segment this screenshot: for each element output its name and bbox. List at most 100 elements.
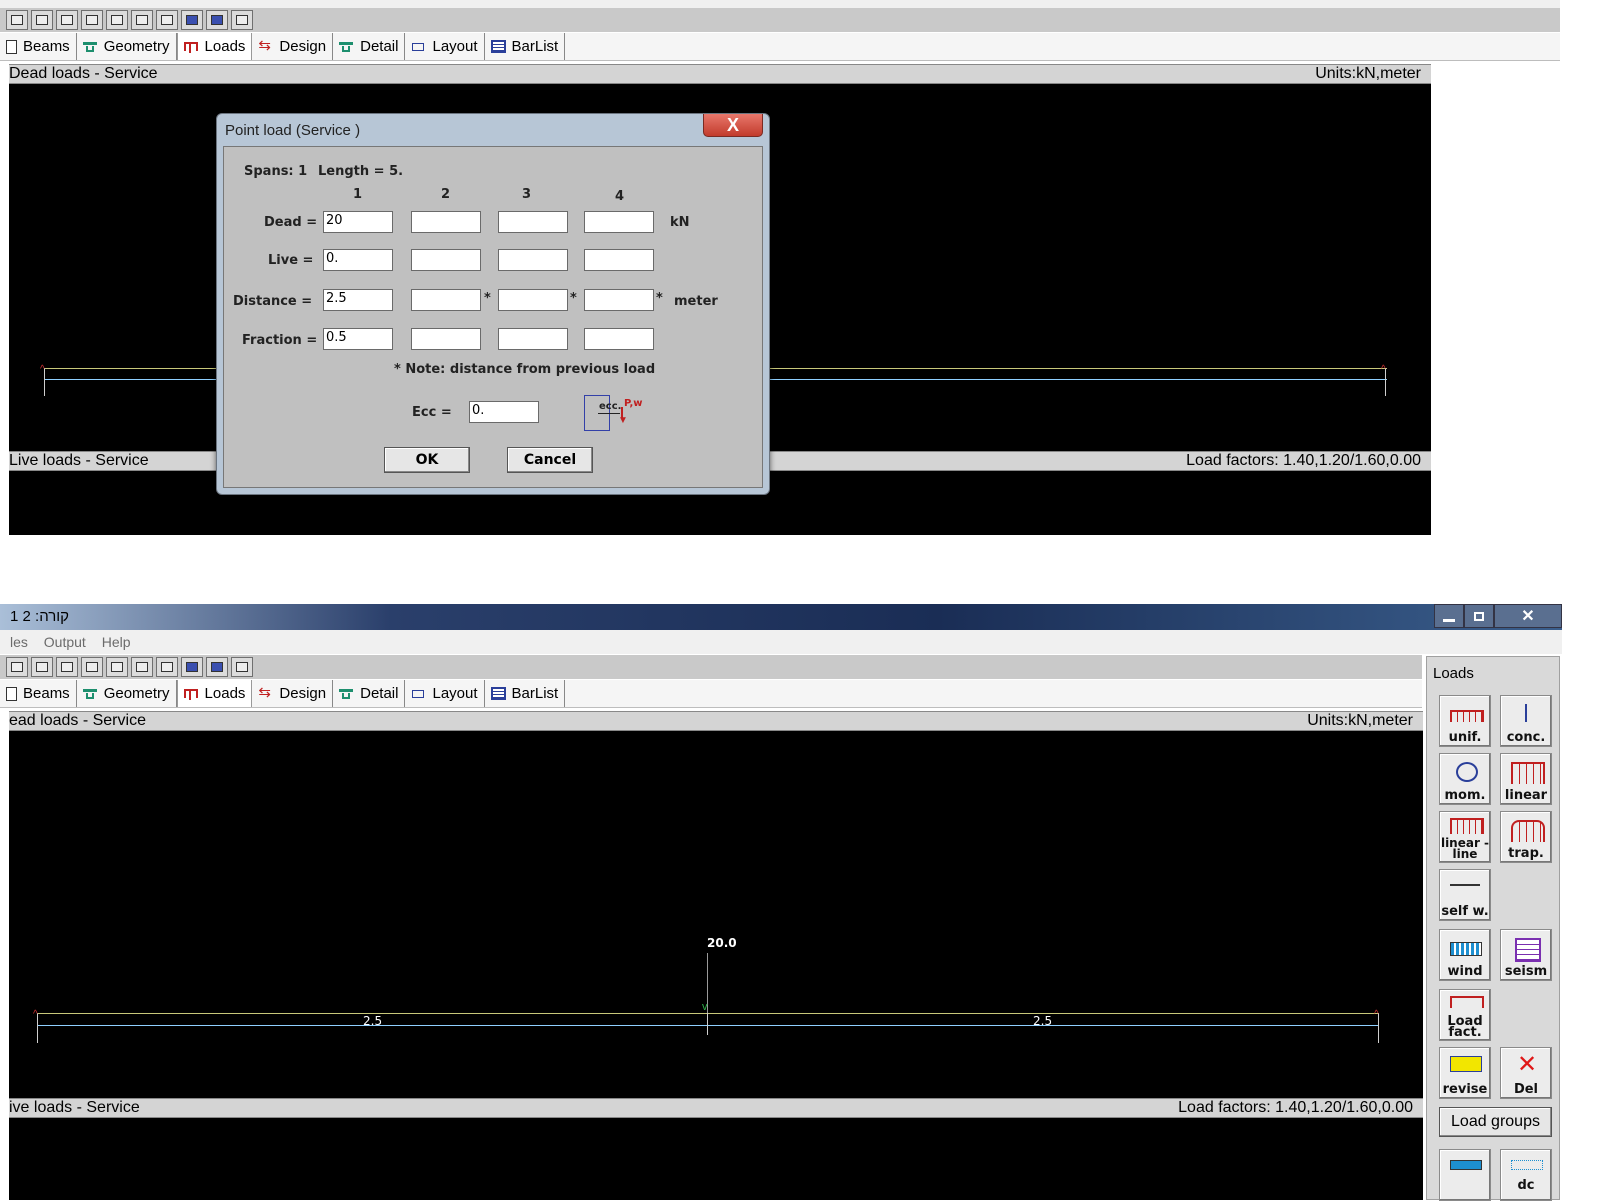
- tab-loads[interactable]: Loads: [176, 680, 253, 707]
- spans-label: Spans: 1: [244, 164, 308, 179]
- column-header-1: 1: [353, 187, 363, 202]
- distance-asterisk-3: *: [570, 291, 577, 306]
- load-factor-button[interactable]: Load fact.: [1439, 989, 1491, 1041]
- ecc-pw-text: P,w: [624, 398, 643, 409]
- fraction-field-2[interactable]: [411, 328, 481, 350]
- dimension-icon: [1511, 1160, 1543, 1170]
- toolbar-button-7[interactable]: [156, 10, 178, 30]
- linear-load-icon: [1511, 762, 1545, 784]
- concentrated-load-button[interactable]: conc.: [1500, 695, 1552, 747]
- layout-icon: [411, 687, 426, 700]
- distance-unit: meter: [674, 294, 718, 309]
- distance-asterisk-2: *: [484, 291, 491, 306]
- distance-field-1[interactable]: 2.5: [323, 289, 393, 311]
- toolbar-button-9[interactable]: [206, 657, 228, 677]
- document-icon: [6, 39, 17, 54]
- tab-beams[interactable]: Beams: [0, 680, 77, 707]
- toolbar-button-3[interactable]: [56, 10, 78, 30]
- dialog-close-button[interactable]: X: [703, 114, 763, 137]
- fraction-field-3[interactable]: [498, 328, 568, 350]
- trapezoid-load-icon: [1511, 820, 1545, 842]
- tab-design[interactable]: Design: [252, 680, 334, 707]
- toolbar-button-8[interactable]: [181, 657, 203, 677]
- live-field-1[interactable]: 0.: [323, 249, 393, 271]
- minimize-button[interactable]: [1434, 604, 1464, 628]
- linear-load-button[interactable]: linear: [1500, 753, 1552, 805]
- point-load-value: 20.0: [707, 936, 737, 950]
- distance-field-2[interactable]: [411, 289, 481, 311]
- toolbar-button-5[interactable]: [106, 657, 128, 677]
- live-field-4[interactable]: [584, 249, 654, 271]
- barlist-icon: [490, 687, 506, 700]
- tab-geometry[interactable]: Geometry: [77, 680, 177, 707]
- tab-loads[interactable]: Loads: [176, 33, 253, 60]
- tab-beams[interactable]: Beams: [0, 33, 77, 60]
- toolbar-button-10[interactable]: [231, 10, 253, 30]
- toolbar-button-4[interactable]: [81, 10, 103, 30]
- dead-field-4[interactable]: [584, 211, 654, 233]
- tab-geometry[interactable]: Geometry: [77, 33, 177, 60]
- tab-layout[interactable]: Layout: [405, 33, 485, 60]
- live-loads-title: Live loads - Service: [9, 452, 149, 469]
- toolbar-button-5[interactable]: [106, 10, 128, 30]
- units-label: Units:kN,meter: [1307, 712, 1413, 729]
- toolbar-button-4[interactable]: [81, 657, 103, 677]
- toolbar-button-7[interactable]: [156, 657, 178, 677]
- toolbar-button-3[interactable]: [56, 657, 78, 677]
- load-groups-button[interactable]: Load groups: [1439, 1107, 1552, 1137]
- fraction-field-4[interactable]: [584, 328, 654, 350]
- tab-barlist[interactable]: BarList: [485, 680, 566, 707]
- restore-button[interactable]: [1464, 604, 1494, 628]
- tab-layout[interactable]: Layout: [405, 680, 485, 707]
- tab-detail[interactable]: Detail: [333, 33, 406, 60]
- fraction-field-1[interactable]: 0.5: [323, 328, 393, 350]
- linear-line-load-button[interactable]: linear - line: [1439, 811, 1491, 863]
- restore-icon: [1474, 611, 1484, 621]
- toolbar-button-10[interactable]: [231, 657, 253, 677]
- panel-button-14[interactable]: dc: [1500, 1149, 1552, 1201]
- cancel-button[interactable]: Cancel: [507, 447, 593, 473]
- wind-button[interactable]: wind: [1439, 929, 1491, 981]
- toolbar-button-2[interactable]: [31, 10, 53, 30]
- toolbar-button-8[interactable]: [181, 10, 203, 30]
- toolbar-button-1[interactable]: [6, 10, 28, 30]
- tab-detail[interactable]: Detail: [333, 680, 406, 707]
- right-dimension-label: 2.5: [1033, 1014, 1053, 1028]
- dead-field-1[interactable]: 20: [323, 211, 393, 233]
- print-button[interactable]: [131, 10, 153, 30]
- bottom-live-loads-canvas[interactable]: [9, 1118, 1423, 1200]
- panel-button-13[interactable]: [1439, 1149, 1491, 1201]
- window-close-button[interactable]: ✕: [1494, 604, 1562, 628]
- toolbar-button-9[interactable]: [206, 10, 228, 30]
- dead-field-3[interactable]: [498, 211, 568, 233]
- layout-icon: [411, 40, 426, 53]
- top-menubar: [0, 0, 1560, 8]
- uniform-load-button[interactable]: unif.: [1439, 695, 1491, 747]
- seismic-icon: [1515, 938, 1541, 962]
- toolbar-button-2[interactable]: [31, 657, 53, 677]
- live-field-2[interactable]: [411, 249, 481, 271]
- live-field-3[interactable]: [498, 249, 568, 271]
- ok-button[interactable]: OK: [384, 447, 470, 473]
- self-weight-button[interactable]: self w.: [1439, 869, 1491, 921]
- print-button[interactable]: [131, 657, 153, 677]
- bottom-dead-loads-header: ead loads - Service Units:kN,meter: [9, 711, 1423, 731]
- menu-files[interactable]: les: [10, 634, 28, 650]
- distance-field-4[interactable]: [584, 289, 654, 311]
- moment-button[interactable]: mom.: [1439, 753, 1491, 805]
- self-weight-icon: [1450, 884, 1480, 900]
- delete-button[interactable]: ✕ Del: [1500, 1047, 1552, 1099]
- menu-help[interactable]: Help: [102, 634, 131, 650]
- revise-button[interactable]: revise: [1439, 1047, 1491, 1099]
- tab-design[interactable]: Design: [252, 33, 334, 60]
- menu-output[interactable]: Output: [44, 634, 86, 650]
- dead-field-2[interactable]: [411, 211, 481, 233]
- tab-barlist[interactable]: BarList: [485, 33, 566, 60]
- bottom-dead-loads-canvas[interactable]: ^ ^ v 20.0 2.5 2.5: [9, 731, 1423, 1099]
- distance-field-3[interactable]: [498, 289, 568, 311]
- toolbar-button-1[interactable]: [6, 657, 28, 677]
- seismic-button[interactable]: seism: [1500, 929, 1552, 981]
- ecc-field[interactable]: 0.: [469, 401, 539, 423]
- barlist-icon: [490, 40, 506, 53]
- trapezoid-load-button[interactable]: trap.: [1500, 811, 1552, 863]
